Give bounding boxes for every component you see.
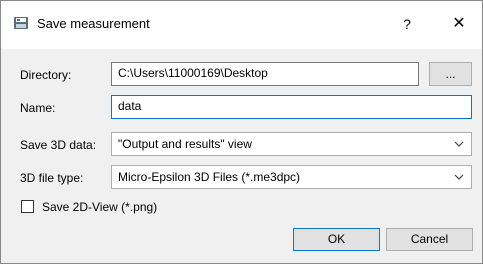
cancel-button-label: Cancel — [410, 232, 449, 246]
close-button[interactable]: ✕ — [445, 11, 473, 37]
ok-button[interactable]: OK — [293, 228, 380, 251]
filetype-label: 3D file type: — [20, 171, 84, 185]
save2d-checkbox[interactable] — [21, 200, 34, 213]
name-value: data — [118, 99, 142, 113]
save2d-label[interactable]: Save 2D-View (*.png) — [42, 199, 157, 215]
save-measurement-dialog: Save measurement ? ✕ Directory: C:\Users… — [0, 0, 483, 264]
ok-button-label: OK — [327, 232, 346, 246]
chevron-down-icon — [454, 138, 464, 148]
browse-button-label: ... — [445, 67, 456, 81]
chevron-down-icon — [454, 171, 464, 181]
save3d-dropdown[interactable]: "Output and results" view — [111, 132, 472, 156]
help-button[interactable]: ? — [393, 11, 421, 37]
browse-button[interactable]: ... — [429, 62, 472, 86]
save3d-selected: "Output and results" view — [118, 137, 252, 151]
name-label: Name: — [20, 101, 56, 115]
directory-label: Directory: — [20, 68, 72, 82]
title-bar[interactable]: Save measurement ? ✕ — [1, 1, 482, 49]
filetype-dropdown[interactable]: Micro-Epsilon 3D Files (*.me3dpc) — [111, 165, 472, 189]
name-input[interactable]: data — [111, 95, 472, 119]
save-disk-icon — [13, 15, 29, 31]
directory-value: C:\Users\11000169\Desktop — [118, 66, 268, 80]
cancel-button[interactable]: Cancel — [386, 228, 473, 251]
filetype-selected: Micro-Epsilon 3D Files (*.me3dpc) — [118, 170, 301, 184]
directory-field[interactable]: C:\Users\11000169\Desktop — [111, 62, 419, 86]
save3d-label: Save 3D data: — [20, 138, 97, 152]
dialog-title: Save measurement — [37, 16, 150, 31]
